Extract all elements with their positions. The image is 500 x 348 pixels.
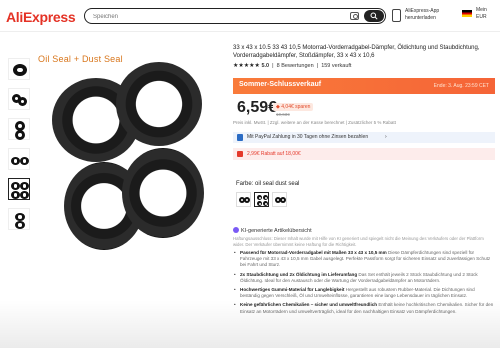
- color-option-2[interactable]: [254, 192, 269, 207]
- camera-icon[interactable]: [350, 12, 359, 20]
- main-product-image[interactable]: Oil Seal + Dust Seal: [36, 44, 226, 296]
- tax-note: Preis inkl. MwSt. | Zzgl. weitere an der…: [233, 120, 396, 125]
- list-item: Passend für Motorrad-Vorderradgabel mit …: [233, 250, 495, 269]
- app-download-link[interactable]: AliExpress-App herunterladen: [405, 8, 455, 22]
- bullet-heading: Passend für Motorrad-Vorderradgabel mit …: [240, 250, 387, 255]
- seal-image: [122, 148, 204, 238]
- bullet-heading: Keine gefährlichen Chemikalien – sicher …: [240, 302, 378, 308]
- seal-image: [20, 191, 29, 199]
- seal-image: [280, 197, 286, 203]
- thumbnail-2[interactable]: [8, 88, 30, 110]
- list-item: 2x Staubdichtung und 2x Öldichtung im Li…: [233, 272, 495, 284]
- thumbnail-6[interactable]: [8, 208, 30, 230]
- color-label: Farbe: oil seal dust seal: [236, 181, 300, 187]
- thumbnail-4[interactable]: [8, 148, 30, 170]
- search-input[interactable]: [93, 11, 333, 22]
- seal-image: [13, 64, 27, 76]
- savings-badge: ◆ 4,04€ sparen: [273, 103, 314, 111]
- coupon-text: 2,99€ Rabatt auf 18,00€: [247, 151, 301, 157]
- germany-flag-icon[interactable]: [462, 10, 472, 17]
- app-line-2: herunterladen: [405, 15, 436, 21]
- original-price: 10,63€: [276, 112, 290, 117]
- seal-image: [18, 97, 27, 106]
- ai-summary-title-text: KI-generierte Artikelübersicht: [241, 228, 312, 234]
- coupon-icon: [237, 151, 243, 157]
- seal-image: [116, 62, 202, 146]
- sale-label: Sommer-Schlussverkauf: [239, 81, 322, 88]
- list-item: Keine gefährlichen Chemikalien – sicher …: [233, 302, 495, 314]
- seal-image: [263, 201, 268, 206]
- seal-image: [20, 157, 29, 165]
- ai-bullet-list: Passend für Motorrad-Vorderradgabel mit …: [233, 250, 495, 318]
- header: AliExpress AliExpress-App herunterladen …: [0, 0, 500, 32]
- seal-image: [20, 182, 29, 190]
- seal-image: [11, 182, 20, 190]
- search-button[interactable]: [364, 10, 384, 22]
- image-title: Oil Seal + Dust Seal: [38, 54, 123, 64]
- thumbnail-3[interactable]: [8, 118, 30, 140]
- savings-text: 4,04€ sparen: [281, 104, 311, 110]
- seal-image: [257, 201, 262, 206]
- bullet-heading: 2x Staubdichtung und 2x Öldichtung im Li…: [240, 271, 358, 277]
- search-icon: [370, 12, 378, 20]
- rating-row[interactable]: ★★★★★ 5.0 | 8 Bewertungen | 159 verkauft: [233, 62, 351, 69]
- thumbnail-1[interactable]: [8, 58, 30, 80]
- seal-image: [15, 130, 25, 140]
- seal-image: [11, 157, 20, 165]
- paypal-text: Mit PayPal Zahlung in 30 Tagen ohne Zins…: [247, 134, 369, 140]
- aliexpress-logo[interactable]: AliExpress: [6, 9, 76, 25]
- seal-image: [15, 213, 25, 221]
- lang-line-2: EUR: [476, 14, 487, 20]
- seal-image: [257, 195, 262, 200]
- sale-banner: Sommer-Schlussverkauf Ende: 3. Aug. 23:5…: [233, 78, 495, 94]
- paypal-banner[interactable]: Mit PayPal Zahlung in 30 Tagen ohne Zins…: [233, 132, 495, 143]
- search-bar[interactable]: [84, 8, 386, 24]
- ai-disclaimer: Haftungsausschluss: Dieser Inhalt wurde …: [233, 236, 484, 247]
- seal-image: [15, 221, 25, 229]
- product-title: 33 x 43 x 10.5 33 43 10,5 Motorrad-Vorde…: [233, 45, 480, 59]
- price: 6,59€: [237, 99, 278, 116]
- rating-count[interactable]: 8 Bewertungen: [277, 63, 314, 69]
- chevron-right-icon: ›: [385, 134, 387, 140]
- bullet-heading: Hochwertiges Gummi-Material für Langlebi…: [240, 287, 345, 293]
- tag-icon: ◆: [276, 104, 280, 110]
- thumbnail-5[interactable]: [8, 178, 30, 200]
- sale-end-time: Ende: 3. Aug. 23:59 CET: [433, 83, 489, 89]
- app-line-1: AliExpress-App: [405, 8, 440, 14]
- lang-line-1: Mein: [476, 7, 487, 13]
- seal-image: [244, 197, 250, 203]
- page: AliExpress AliExpress-App herunterladen …: [0, 0, 500, 348]
- language-currency[interactable]: Mein EUR: [476, 7, 487, 21]
- ai-sparkle-icon: [233, 227, 239, 233]
- star-icon: ★★★★★: [233, 63, 260, 69]
- paypal-icon: [237, 134, 243, 141]
- list-item: Hochwertiges Gummi-Material für Langlebi…: [233, 287, 495, 299]
- ai-summary-title: KI-generierte Artikelübersicht: [233, 227, 312, 234]
- seal-image: [11, 191, 20, 199]
- coupon-banner[interactable]: 2,99€ Rabatt auf 18,00€: [233, 148, 495, 160]
- seal-image: [263, 195, 268, 200]
- rating-value: 5.0: [261, 63, 270, 69]
- phone-icon[interactable]: [392, 9, 401, 22]
- color-option-1[interactable]: [236, 192, 251, 207]
- color-option-3[interactable]: [272, 192, 287, 207]
- sold-count: 159 verkauft: [321, 63, 352, 69]
